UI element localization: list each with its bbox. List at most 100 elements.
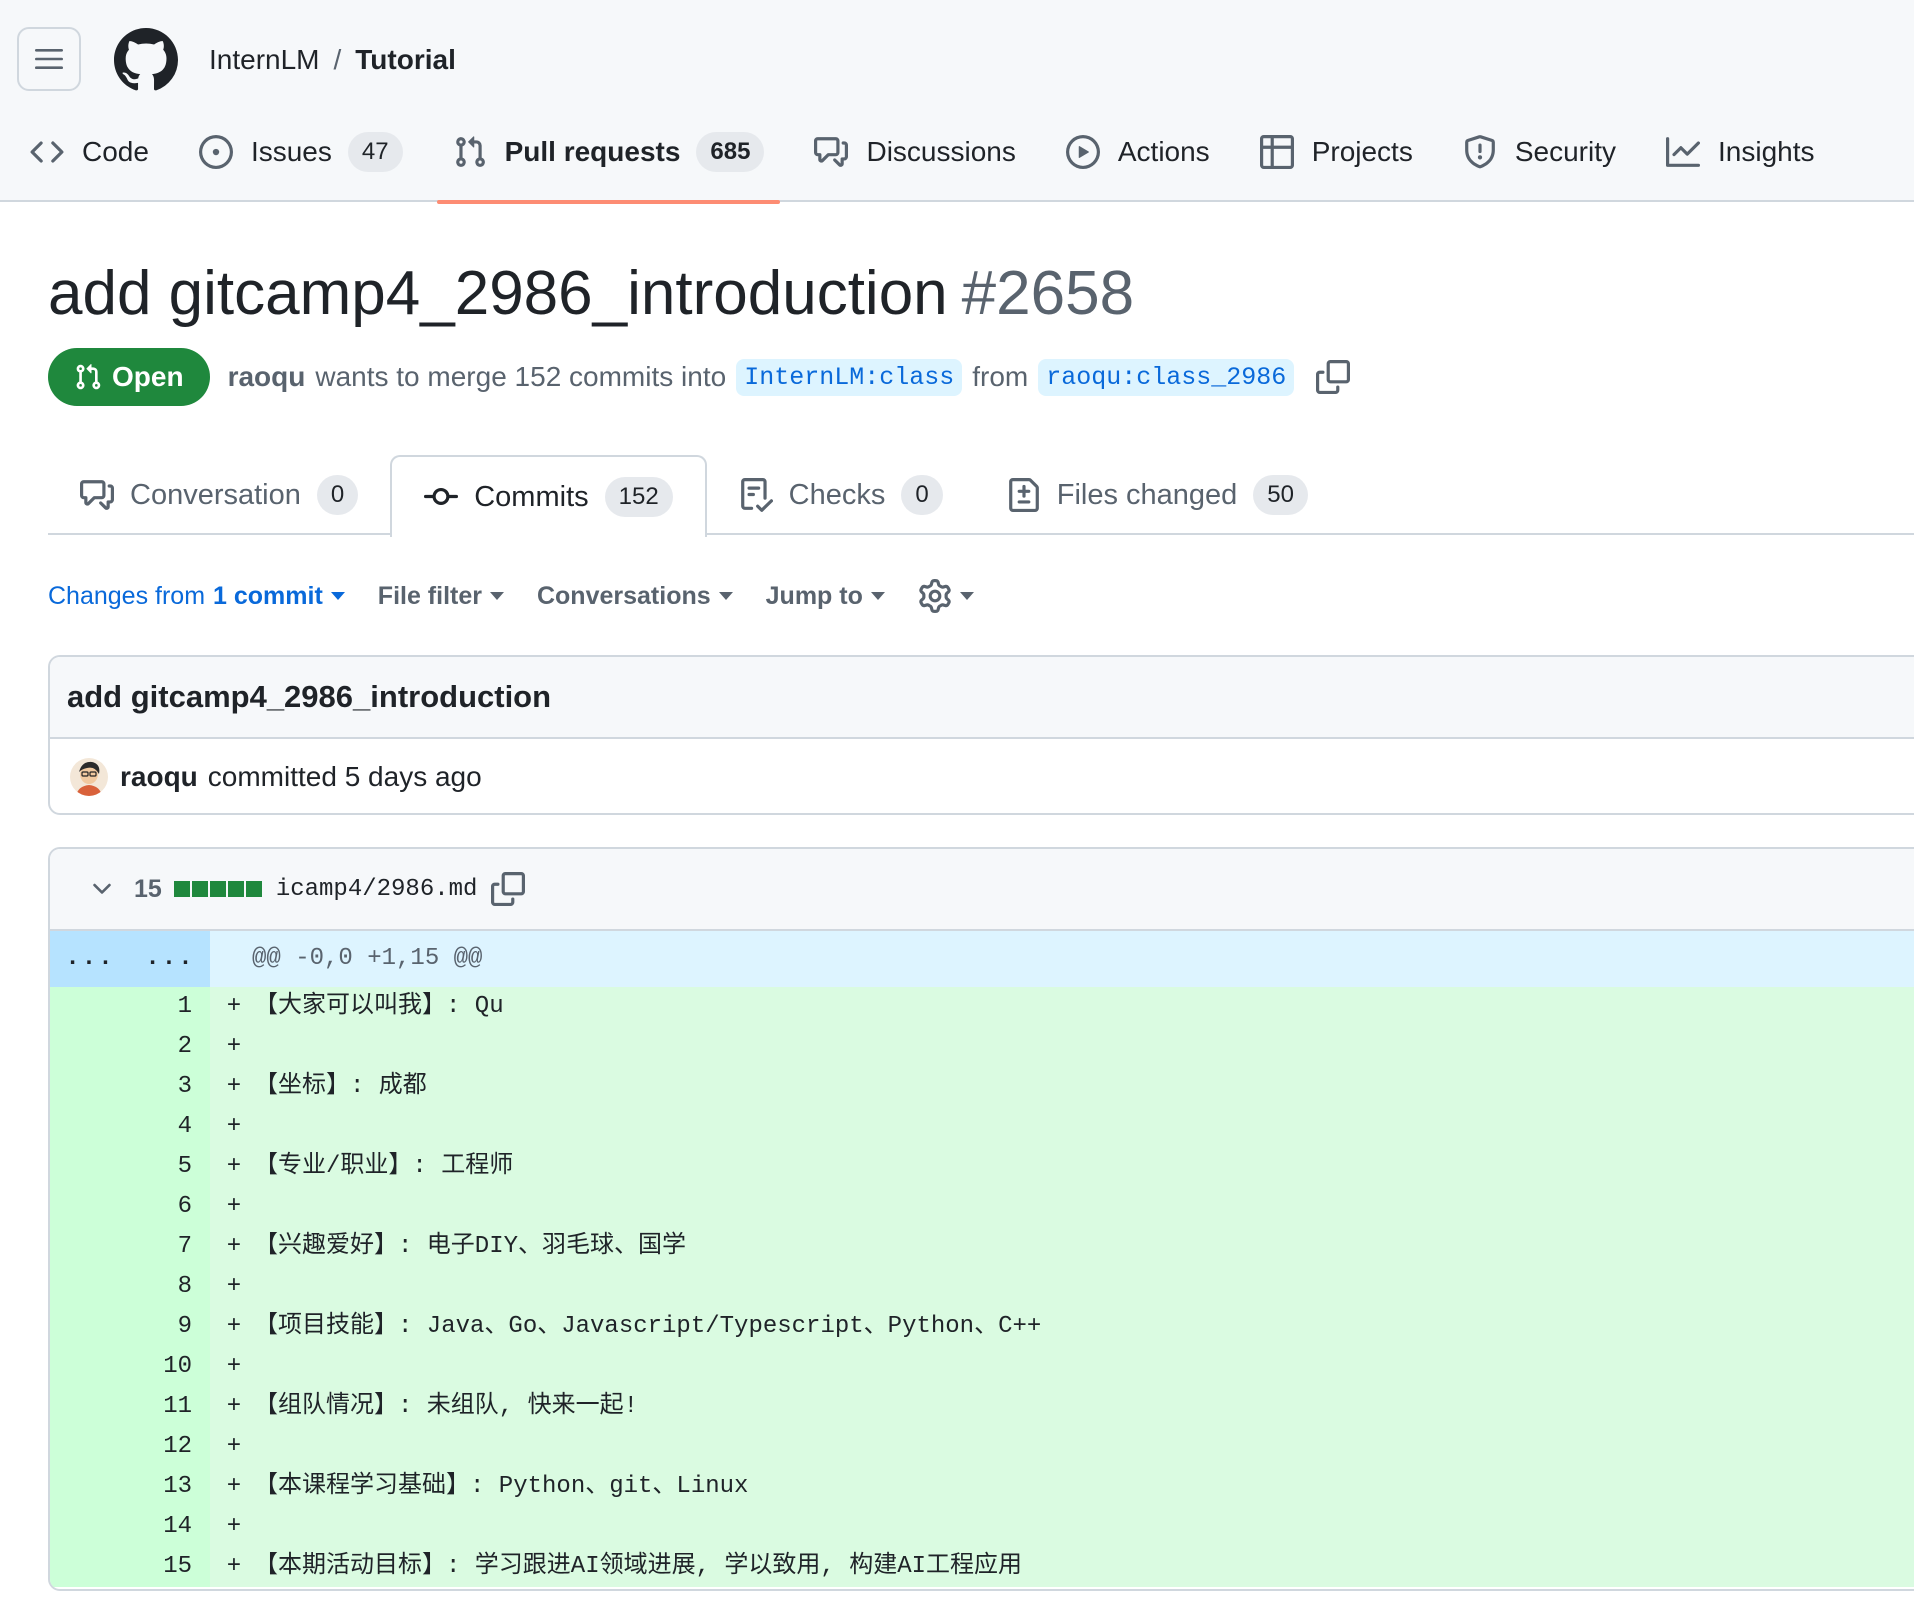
conversations-dropdown[interactable]: Conversations <box>537 582 733 611</box>
menu-button[interactable] <box>17 27 81 91</box>
diff-line: 4 + <box>50 1107 1914 1147</box>
commit-author-link[interactable]: raoqu <box>120 761 198 793</box>
discussions-icon <box>814 137 849 167</box>
old-line-number[interactable] <box>50 1027 130 1067</box>
old-line-number[interactable] <box>50 1547 130 1587</box>
head-branch-link[interactable]: raoqu:class_2986 <box>1038 358 1295 396</box>
nav-pull-requests[interactable]: Pull requests 685 <box>436 130 781 204</box>
nav-discussions[interactable]: Discussions <box>814 130 1016 202</box>
pr-number: #2658 <box>961 259 1135 328</box>
nav-actions[interactable]: Actions <box>1065 130 1210 202</box>
chevron-down-icon[interactable] <box>88 875 116 903</box>
expand-up-button[interactable]: ... <box>50 931 130 987</box>
old-line-number[interactable] <box>50 1387 130 1427</box>
diff-sign: + <box>226 1033 242 1060</box>
nav-issues-label: Issues <box>250 136 332 167</box>
tab-conversation[interactable]: Conversation 0 <box>48 455 390 535</box>
diff-line: 2 + <box>50 1027 1914 1067</box>
new-line-number[interactable]: 7 <box>130 1227 210 1267</box>
github-logo-icon[interactable] <box>114 28 178 92</box>
nav-projects-label: Projects <box>1311 136 1413 167</box>
caret-down-icon <box>959 592 974 600</box>
file-name-link[interactable]: icamp4/2986.md <box>276 876 478 903</box>
new-line-number[interactable]: 13 <box>130 1467 210 1507</box>
tab-checks-count: 0 <box>901 475 943 515</box>
base-branch-link[interactable]: InternLM:class <box>736 358 963 396</box>
old-line-number[interactable] <box>50 1307 130 1347</box>
new-line-number[interactable]: 4 <box>130 1107 210 1147</box>
gear-icon <box>919 579 951 613</box>
old-line-number[interactable] <box>50 1147 130 1187</box>
nav-security[interactable]: Security <box>1463 130 1616 202</box>
old-line-number[interactable] <box>50 987 130 1027</box>
new-line-number[interactable]: 8 <box>130 1267 210 1307</box>
new-line-number[interactable]: 11 <box>130 1387 210 1427</box>
changes-from-dropdown[interactable]: Changes from 1 commit <box>48 582 345 611</box>
diff-sign: + <box>226 1433 242 1460</box>
new-line-number[interactable]: 10 <box>130 1347 210 1387</box>
old-line-number[interactable] <box>50 1067 130 1107</box>
pull-request-icon <box>76 364 101 390</box>
new-line-number[interactable]: 9 <box>130 1307 210 1347</box>
nav-projects[interactable]: Projects <box>1259 130 1413 202</box>
new-line-number[interactable]: 3 <box>130 1067 210 1107</box>
old-line-number[interactable] <box>50 1507 130 1547</box>
checklist-icon <box>740 478 773 512</box>
diff-line: 10 + <box>50 1347 1914 1387</box>
status-badge-label: Open <box>112 361 184 392</box>
copy-icon[interactable] <box>491 872 526 906</box>
repo-name-link[interactable]: Tutorial <box>355 40 456 80</box>
diff-sign: + <box>226 1273 242 1300</box>
old-line-number[interactable] <box>50 1427 130 1467</box>
caret-down-icon <box>870 592 885 600</box>
nav-issues[interactable]: Issues 47 <box>198 130 403 202</box>
nav-insights[interactable]: Insights <box>1666 130 1815 202</box>
file-filter-dropdown[interactable]: File filter <box>378 582 504 611</box>
new-line-number[interactable]: 14 <box>130 1507 210 1547</box>
old-line-number[interactable] <box>50 1227 130 1267</box>
diff-code: 【专业/职业】: 工程师 <box>254 1153 514 1180</box>
new-line-number[interactable]: 5 <box>130 1147 210 1187</box>
old-line-number[interactable] <box>50 1467 130 1507</box>
tab-checks[interactable]: Checks 0 <box>707 455 975 535</box>
nav-discussions-label: Discussions <box>866 136 1016 167</box>
diff-line: 11 + 【组队情况】: 未组队, 快来一起! <box>50 1387 1914 1427</box>
nav-insights-label: Insights <box>1718 136 1815 167</box>
file-filter-label: File filter <box>377 581 482 610</box>
old-line-number[interactable] <box>50 1107 130 1147</box>
diff-lines: 1 + 【大家可以叫我】: Qu 2 +3 + 【坐标】: 成都 4 +5 + 【专业/职业】: 工… <box>50 987 1914 1587</box>
new-line-number[interactable]: 12 <box>130 1427 210 1467</box>
nav-code[interactable]: Code <box>30 130 149 202</box>
new-line-number[interactable]: 6 <box>130 1187 210 1227</box>
comment-icon <box>80 480 114 510</box>
copy-icon[interactable] <box>1316 360 1351 394</box>
diff-sign: + <box>226 1153 242 1180</box>
hunk-header-text: @@ -0,0 +1,15 @@ <box>252 945 483 972</box>
nav-code-label: Code <box>82 136 149 167</box>
old-line-number[interactable] <box>50 1187 130 1227</box>
tab-files-changed[interactable]: Files changed 50 <box>975 455 1340 535</box>
nav-actions-label: Actions <box>1117 136 1210 167</box>
expand-down-button[interactable]: ... <box>130 931 210 987</box>
new-line-number[interactable]: 1 <box>130 987 210 1027</box>
pull-requests-count-badge: 685 <box>696 132 765 172</box>
old-line-number[interactable] <box>50 1347 130 1387</box>
diffstat-block <box>245 881 262 897</box>
new-line-number[interactable]: 2 <box>130 1027 210 1067</box>
settings-dropdown[interactable] <box>918 579 974 613</box>
caret-down-icon <box>718 592 733 600</box>
diff-sign: + <box>226 1313 242 1340</box>
avatar[interactable] <box>70 758 108 796</box>
diffstat-block <box>227 881 244 897</box>
commit-time: committed 5 days ago <box>207 761 482 792</box>
tab-commits[interactable]: Commits 152 <box>390 455 707 537</box>
jump-to-dropdown[interactable]: Jump to <box>766 582 885 611</box>
pr-author-link[interactable]: raoqu <box>228 361 306 393</box>
pr-tabs: Conversation 0 Commits 152 Checks 0 File… <box>48 455 1914 537</box>
file-diff: 15 icamp4/2986.md ... ... @@ -0,0 +1,15 … <box>48 847 1914 1591</box>
diffstat-bar <box>173 881 262 897</box>
diff-code: 【项目技能】: Java、Go、Javascript/Typescript、Py… <box>254 1313 1042 1340</box>
repo-owner-link[interactable]: InternLM <box>209 40 320 80</box>
new-line-number[interactable]: 15 <box>130 1547 210 1587</box>
old-line-number[interactable] <box>50 1267 130 1307</box>
